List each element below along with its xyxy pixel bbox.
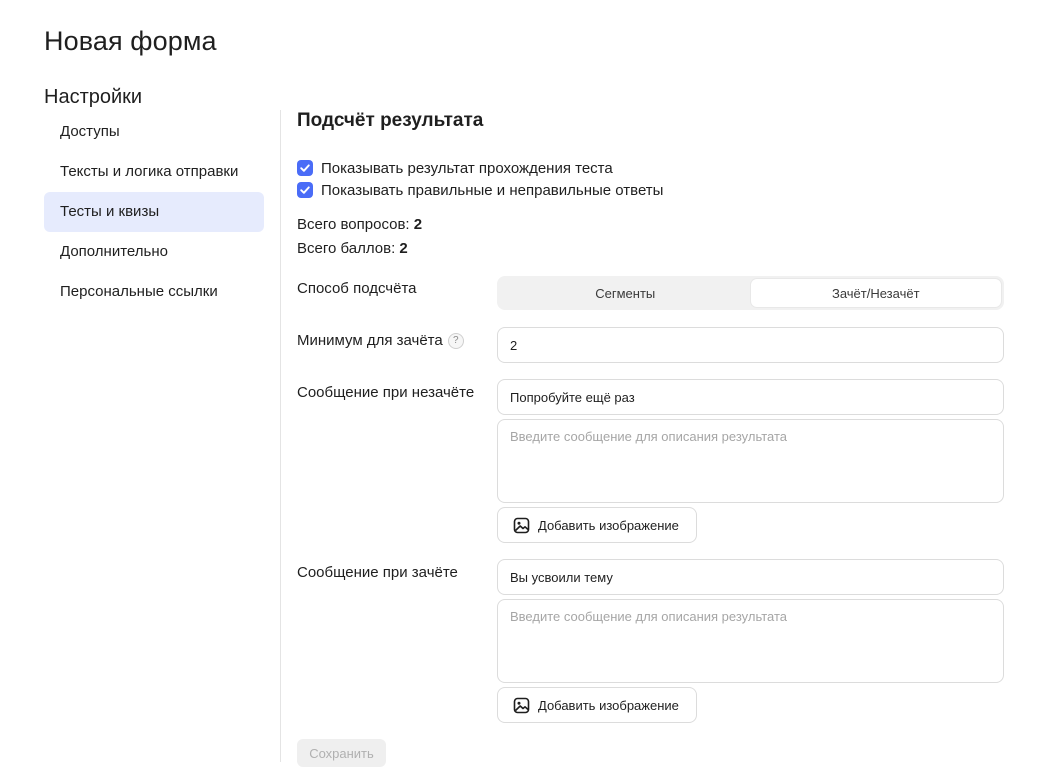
segment-pass-fail[interactable]: Зачёт/Незачёт bbox=[750, 279, 1001, 307]
image-icon bbox=[513, 697, 530, 713]
total-points: Всего баллов: 2 bbox=[297, 240, 408, 257]
minimum-pass-label: Минимум для зачёта bbox=[297, 332, 443, 349]
image-icon bbox=[513, 517, 530, 533]
sidebar-item-tests-quizzes[interactable]: Тесты и квизы bbox=[44, 192, 264, 232]
fail-message-label: Сообщение при незачёте bbox=[297, 384, 475, 401]
show-answers-label: Показывать правильные и неправильные отв… bbox=[321, 181, 664, 199]
vertical-divider bbox=[280, 110, 281, 762]
show-result-option[interactable]: Показывать результат прохождения теста bbox=[297, 159, 613, 177]
show-answers-checkbox[interactable] bbox=[297, 182, 313, 198]
fail-add-image-button[interactable]: Добавить изображение bbox=[497, 507, 697, 543]
checkmark-icon bbox=[300, 186, 310, 194]
pass-message-label: Сообщение при зачёте bbox=[297, 564, 458, 581]
scoring-method-switch: Сегменты Зачёт/Незачёт bbox=[497, 276, 1004, 310]
show-answers-option[interactable]: Показывать правильные и неправильные отв… bbox=[297, 181, 663, 199]
section-title: Подсчёт результата bbox=[297, 110, 484, 131]
minimum-pass-label-row: Минимум для зачёта ? bbox=[297, 332, 464, 349]
fail-description-textarea[interactable]: Введите сообщение для описания результат… bbox=[497, 419, 1004, 503]
minimum-pass-input[interactable]: 2 bbox=[497, 327, 1004, 363]
total-points-label: Всего баллов: bbox=[297, 240, 396, 257]
main-content: Подсчёт результата Показывать результат … bbox=[297, 0, 1007, 767]
settings-heading: Настройки bbox=[44, 86, 143, 108]
pass-add-image-label: Добавить изображение bbox=[538, 697, 679, 713]
fail-message-input[interactable]: Попробуйте ещё раз bbox=[497, 379, 1004, 415]
total-questions-label: Всего вопросов: bbox=[297, 216, 410, 233]
settings-sidebar: Доступы Тексты и логика отправки Тесты и… bbox=[44, 112, 264, 312]
scoring-method-label: Способ подсчёта bbox=[297, 280, 417, 297]
total-questions: Всего вопросов: 2 bbox=[297, 216, 422, 233]
show-result-checkbox[interactable] bbox=[297, 160, 313, 176]
checkmark-icon bbox=[300, 164, 310, 172]
sidebar-item-personal-links[interactable]: Персональные ссылки bbox=[44, 272, 264, 312]
sidebar-item-texts-logic[interactable]: Тексты и логика отправки bbox=[44, 152, 264, 192]
total-points-value: 2 bbox=[399, 240, 408, 257]
sidebar-item-access[interactable]: Доступы bbox=[44, 112, 264, 152]
fail-add-image-label: Добавить изображение bbox=[538, 517, 679, 533]
help-icon[interactable]: ? bbox=[447, 332, 464, 349]
segment-segments[interactable]: Сегменты bbox=[500, 279, 751, 307]
pass-message-input[interactable]: Вы усвоили тему bbox=[497, 559, 1004, 595]
save-button[interactable]: Сохранить bbox=[297, 739, 386, 767]
pass-add-image-button[interactable]: Добавить изображение bbox=[497, 687, 697, 723]
pass-description-textarea[interactable]: Введите сообщение для описания результат… bbox=[497, 599, 1004, 683]
total-questions-value: 2 bbox=[413, 216, 423, 233]
page-title: Новая форма bbox=[44, 26, 217, 56]
sidebar-item-additional[interactable]: Дополнительно bbox=[44, 232, 264, 272]
show-result-label: Показывать результат прохождения теста bbox=[321, 159, 613, 177]
